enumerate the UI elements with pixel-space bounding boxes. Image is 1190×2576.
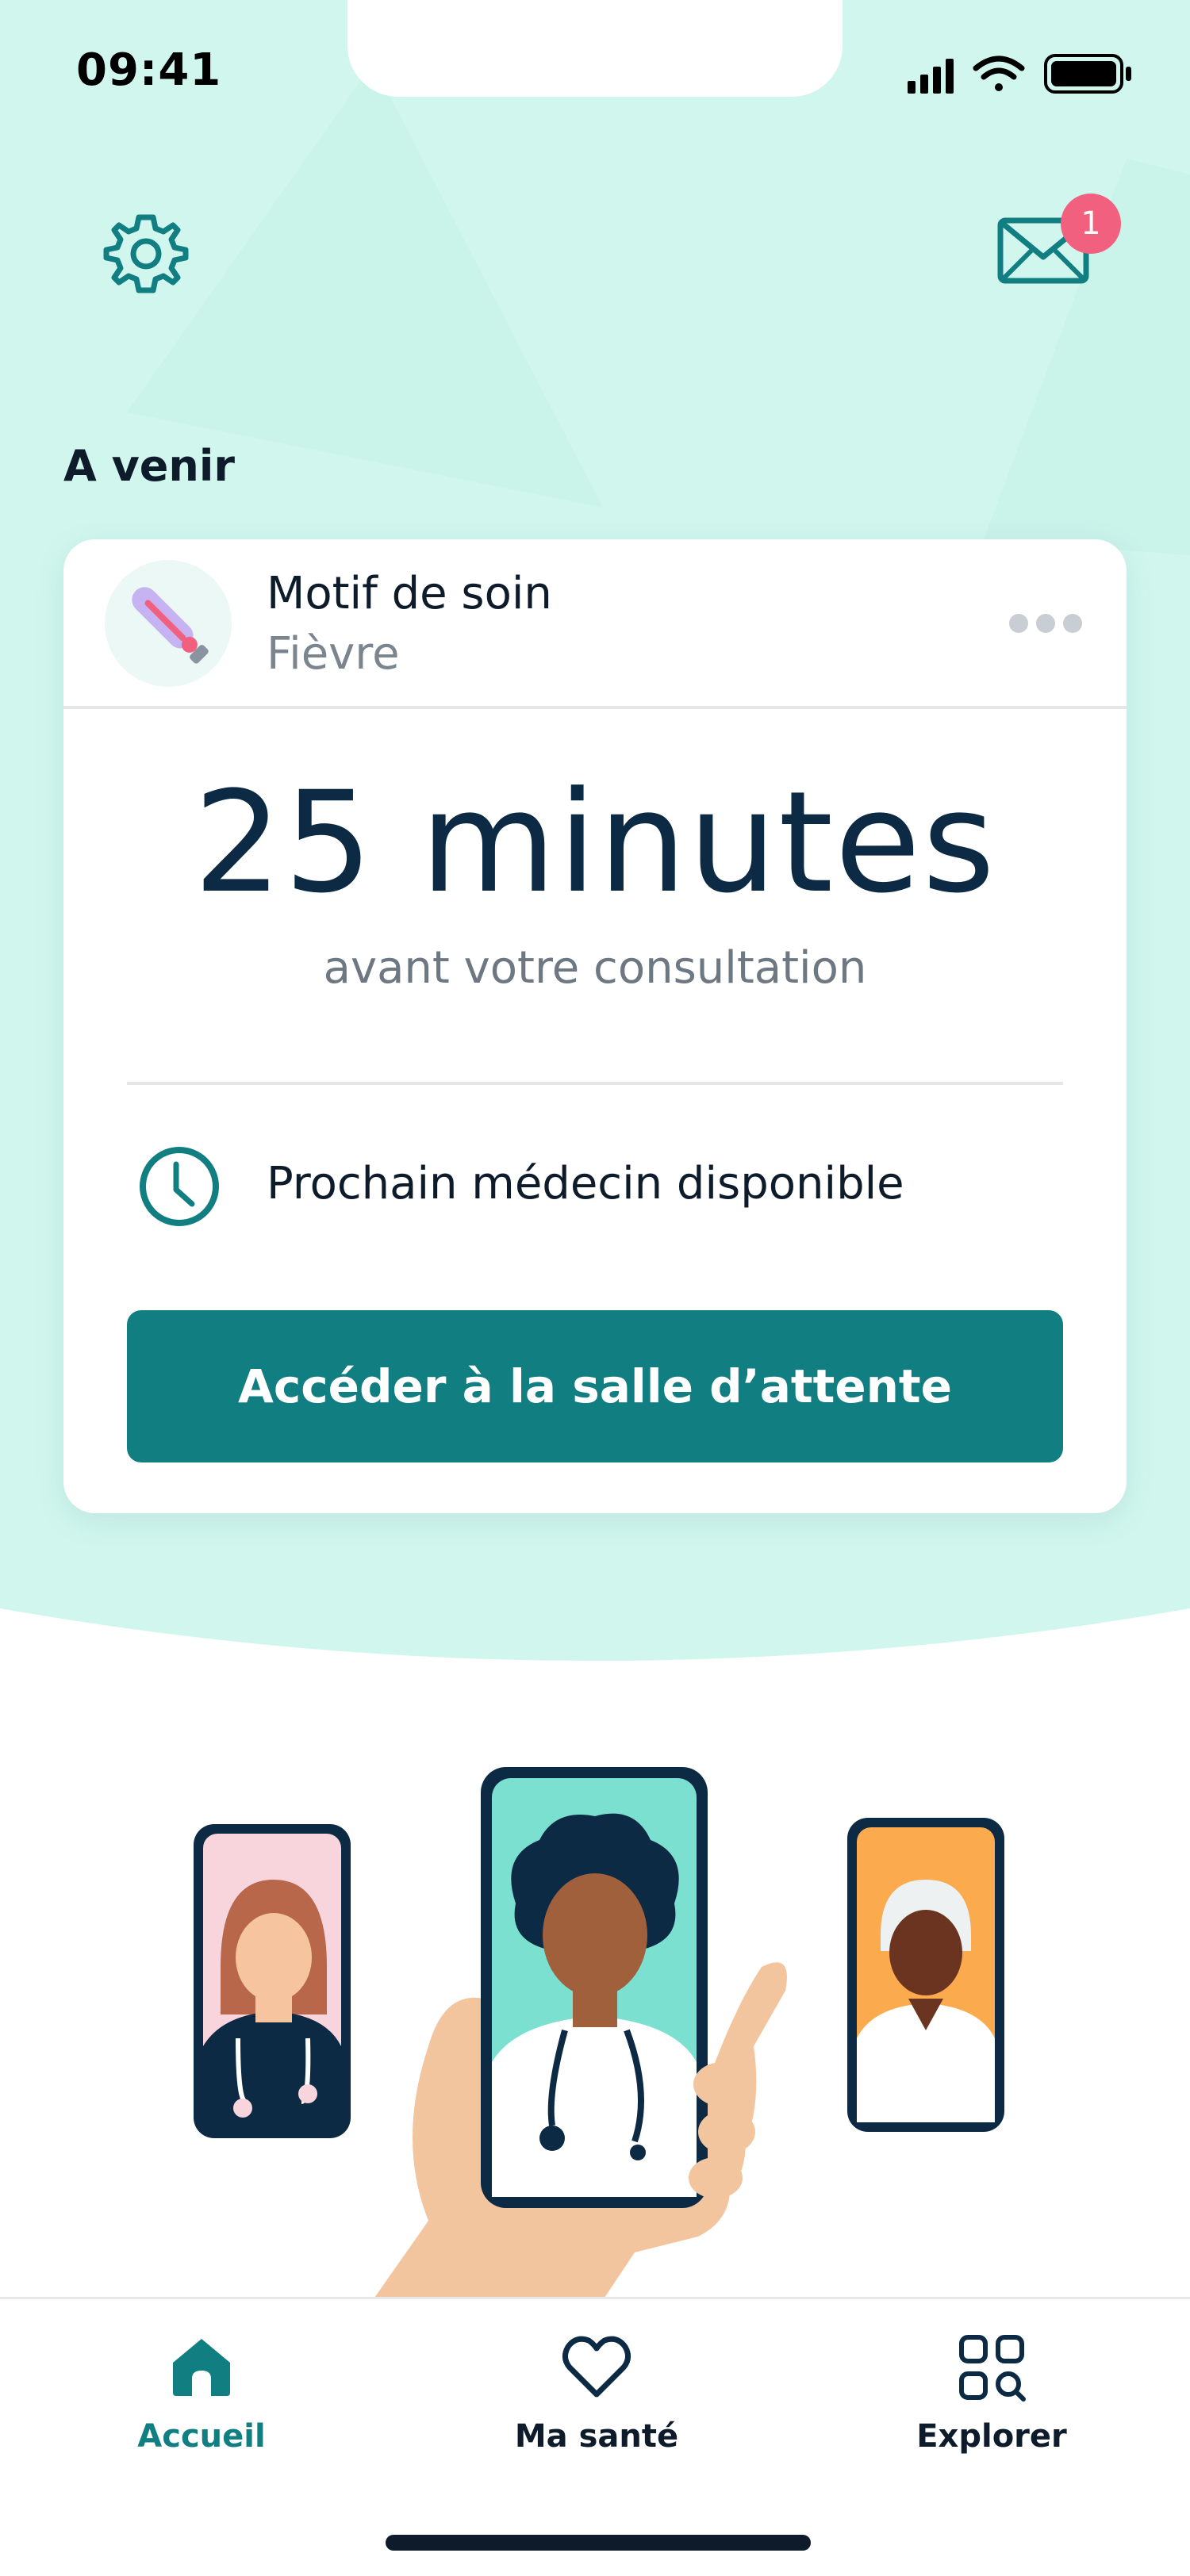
- nav-item-explorer[interactable]: Explorer: [865, 2331, 1119, 2474]
- nav-item-ma-sante[interactable]: Ma santé: [470, 2331, 724, 2474]
- home-indicator[interactable]: [386, 2535, 811, 2551]
- grid-search-icon: [959, 2335, 1026, 2402]
- clock-icon: [136, 1144, 222, 1229]
- nav-item-accueil[interactable]: Accueil: [75, 2331, 328, 2474]
- phone-screen: 09:41 1 A venir Motif de soin Fièvre 25 …: [0, 0, 1190, 2576]
- card-header: Motif de soin Fièvre: [63, 539, 1127, 709]
- more-dots-icon[interactable]: [1006, 606, 1085, 638]
- waiting-room-button[interactable]: Accéder à la salle d’attente: [127, 1310, 1063, 1462]
- doctor-availability: Prochain médecin disponible: [267, 1158, 904, 1209]
- center-phone-doctor: [481, 1767, 708, 2208]
- heart-icon: [562, 2336, 631, 2398]
- card-divider: [127, 1082, 1063, 1085]
- signal-icon: [908, 59, 954, 94]
- appointment-card: Motif de soin Fièvre 25 minutes avant vo…: [63, 539, 1127, 1513]
- wifi-icon: [973, 56, 1025, 91]
- countdown-value: 25 minutes: [193, 761, 997, 924]
- left-phone-doctor: [194, 1824, 351, 2138]
- countdown-subtitle: avant votre consultation: [323, 942, 867, 994]
- nav-label-ma-sante: Ma santé: [514, 2418, 679, 2455]
- battery-icon: [1044, 54, 1131, 94]
- right-phone-doctor: [847, 1818, 1004, 2132]
- notification-badge: 1: [1061, 194, 1121, 254]
- motif-label: Motif de soin: [267, 568, 552, 619]
- nav-label-accueil: Accueil: [137, 2418, 266, 2455]
- motif-value: Fièvre: [267, 628, 400, 680]
- device-notch: [347, 0, 843, 97]
- section-title: A venir: [63, 441, 235, 491]
- status-icons: [908, 52, 1146, 97]
- status-time: 09:41: [76, 44, 222, 96]
- thermometer-icon: [105, 560, 232, 687]
- nav-label-explorer: Explorer: [916, 2418, 1067, 2455]
- home-icon: [173, 2339, 230, 2396]
- gear-icon[interactable]: [103, 211, 189, 297]
- teleconsultation-illustration: [0, 1729, 1190, 2300]
- fingers-illustration: [689, 2062, 755, 2198]
